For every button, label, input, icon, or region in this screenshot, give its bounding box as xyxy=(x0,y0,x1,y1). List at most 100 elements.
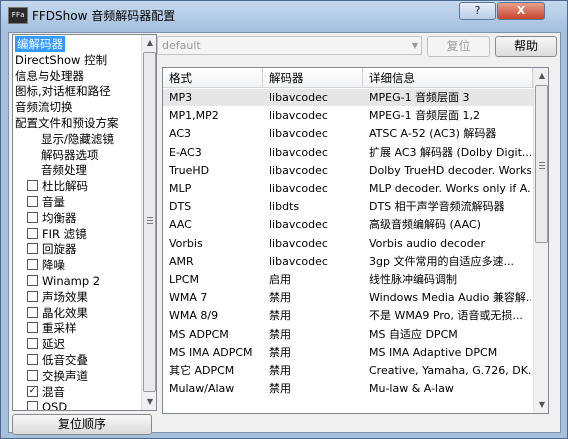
scroll-down-icon[interactable]: ▼ xyxy=(534,397,548,413)
tree-item[interactable]: DirectShow 控制 xyxy=(15,52,107,68)
grip-line xyxy=(539,168,545,169)
cell-format: AMR xyxy=(169,254,194,268)
tree-item[interactable]: 均衡器 xyxy=(42,210,77,226)
tree-item[interactable]: 音量 xyxy=(42,194,65,210)
tree-item[interactable]: 晶化效果 xyxy=(42,305,88,321)
table-row[interactable]: AC3 libavcodec ATSC A-52 (AC3) 解码器 xyxy=(163,125,533,142)
tree-item[interactable]: OSD xyxy=(42,399,67,410)
cell-format: AAC xyxy=(169,218,192,232)
checkbox[interactable] xyxy=(27,275,38,286)
table-row[interactable]: MS ADPCM 禁用 MS 自适应 DPCM xyxy=(163,326,533,343)
scroll-up-icon[interactable]: ▲ xyxy=(142,35,156,51)
table-row[interactable]: E-AC3 libavcodec 扩展 AC3 解码器 (Dolby Digit..… xyxy=(163,144,533,161)
table-row[interactable]: WMA 8/9 禁用 不是 WMA9 Pro, 语音或无损... xyxy=(163,307,533,324)
table-row[interactable]: MLP libavcodec MLP decoder. Works only if … xyxy=(163,180,533,197)
tree-item[interactable]: FIR 滤镜 xyxy=(42,226,87,242)
checkbox[interactable] xyxy=(27,227,38,239)
tree-item[interactable]: 低音交叠 xyxy=(42,352,88,368)
tree-item[interactable]: 编解码器 xyxy=(15,36,65,52)
table-row[interactable]: AMR libavcodec 3gp 文件常用的自适应多速... xyxy=(163,253,533,270)
column-header-details[interactable]: 详细信息 xyxy=(363,68,533,88)
table-scrollbar[interactable]: ▲ ▼ xyxy=(533,68,548,413)
chevron-down-icon: ▼ xyxy=(411,41,418,50)
table-row[interactable]: WMA 7 禁用 Windows Media Audio 兼容解... xyxy=(163,289,533,306)
cell-details: Creative, Yamaha, G.726, DK... xyxy=(369,364,531,377)
tree-scrollbar[interactable]: ▲ ▼ xyxy=(141,35,156,410)
checkbox[interactable] xyxy=(27,369,38,381)
checkbox[interactable] xyxy=(27,322,38,334)
scroll-down-icon[interactable]: ▼ xyxy=(142,394,156,410)
scroll-up-icon[interactable]: ▲ xyxy=(534,68,548,84)
checkbox[interactable] xyxy=(27,259,38,271)
table-row[interactable]: 其它 ADPCM 禁用 Creative, Yamaha, G.726, DK... xyxy=(163,362,533,379)
table-scroll-thumb[interactable] xyxy=(535,85,548,243)
tree-item[interactable]: 杜比解码 xyxy=(42,178,88,194)
tree-item[interactable]: 解码器选项 xyxy=(41,147,99,163)
cell-details: ATSC A-52 (AC3) 解码器 xyxy=(369,127,497,141)
window-title: FFDShow 音频解码器配置 xyxy=(32,9,176,23)
checkbox[interactable] xyxy=(27,180,38,192)
checkbox[interactable] xyxy=(27,243,38,255)
app-window: FFa FFDShow 音频解码器配置 ? X 编解码器 DirectShow 控… xyxy=(0,0,568,439)
grip-line xyxy=(539,165,545,166)
table-row[interactable]: AAC libavcodec 高级音频编解码 (AAC) xyxy=(163,216,533,233)
cell-decoder: libavcodec xyxy=(269,236,328,250)
cell-decoder: 禁用 xyxy=(269,364,291,377)
table-row[interactable]: LPCM 启用 线性脉冲编码调制 xyxy=(163,271,533,288)
help-button[interactable]: 帮助 xyxy=(495,36,557,57)
tree-item[interactable]: 信息与处理器 xyxy=(15,68,84,84)
tree-item[interactable]: 回旋器 xyxy=(42,241,77,257)
cell-decoder: libdts xyxy=(269,200,300,214)
cell-decoder: libavcodec xyxy=(269,254,328,268)
checkbox[interactable] xyxy=(27,354,38,365)
table-row[interactable]: MP1,MP2 libavcodec MPEG-1 音频层面 1,2 xyxy=(163,107,533,124)
cell-format: MLP xyxy=(169,182,192,195)
tree-item[interactable]: 重采样 xyxy=(42,320,77,336)
title-bar[interactable]: FFa FFDShow 音频解码器配置 ? X xyxy=(1,1,567,31)
table-row[interactable]: MS IMA ADPCM 禁用 MS IMA Adaptive DPCM xyxy=(163,344,533,361)
table-row[interactable]: DTS libdts DTS 相干声学音频流解码器 xyxy=(163,198,533,215)
table-row[interactable]: TrueHD libavcodec Dolby TrueHD decoder. Wo… xyxy=(163,162,533,179)
column-header-decoder[interactable]: 解码器 xyxy=(263,68,363,88)
checkbox[interactable] xyxy=(27,338,38,350)
cell-format: MS ADPCM xyxy=(169,327,229,341)
cell-decoder: 禁用 xyxy=(269,382,291,396)
codec-table[interactable]: 格式 解码器 详细信息 MP3 libavcodec MPEG-1 音频层面 3 MP… xyxy=(162,67,549,414)
table-row[interactable]: Mulaw/Alaw 禁用 Mu-law & A-law xyxy=(163,380,533,397)
checkbox[interactable]: ✓ xyxy=(27,385,38,397)
tree-item[interactable]: Winamp 2 xyxy=(42,273,100,289)
tree-scroll-thumb[interactable] xyxy=(143,52,156,392)
cell-format: MP1,MP2 xyxy=(169,109,219,123)
cell-format: Vorbis xyxy=(169,236,203,250)
preset-value: default xyxy=(162,39,201,52)
help-window-button[interactable]: ? xyxy=(459,2,496,20)
checkbox[interactable] xyxy=(27,306,38,318)
cell-format: LPCM xyxy=(169,273,199,286)
column-header-format[interactable]: 格式 xyxy=(163,68,263,88)
reset-order-button[interactable]: 复位顺序 xyxy=(12,414,152,435)
close-window-button[interactable]: X xyxy=(497,2,545,20)
tree-item[interactable]: 混音 xyxy=(42,384,65,400)
reset-button[interactable]: 复位 xyxy=(427,36,490,57)
grip-line xyxy=(539,162,545,163)
tree-item[interactable]: 配置文件和预设方案 xyxy=(15,115,119,131)
checkbox[interactable] xyxy=(27,211,38,223)
tree-item[interactable]: 音频处理 xyxy=(41,162,87,178)
checkbox[interactable] xyxy=(27,401,38,410)
grip-line xyxy=(147,220,153,221)
cell-decoder: 禁用 xyxy=(269,345,291,359)
tree-item[interactable]: 图标,对话框和路径 xyxy=(15,83,111,99)
tree-item[interactable]: 交换声道 xyxy=(42,368,88,384)
tree-item[interactable]: 声场效果 xyxy=(42,289,88,305)
checkbox[interactable] xyxy=(27,290,38,302)
tree-item[interactable]: 延迟 xyxy=(42,336,65,352)
table-row[interactable]: Vorbis libavcodec Vorbis audio decoder xyxy=(163,235,533,252)
preset-select[interactable]: default ▼ xyxy=(157,36,422,55)
tree-item[interactable]: 音频流切换 xyxy=(15,99,73,115)
navigation-tree[interactable]: 编解码器 DirectShow 控制 信息与处理器 图标,对话框和路径 音频流切换 配置文… xyxy=(12,34,157,411)
tree-item[interactable]: 降噪 xyxy=(42,257,65,273)
checkbox[interactable] xyxy=(27,196,38,207)
table-row[interactable]: MP3 libavcodec MPEG-1 音频层面 3 xyxy=(163,89,533,106)
tree-item[interactable]: 显示/隐藏滤镜 xyxy=(41,131,114,147)
grip-line xyxy=(147,223,153,224)
